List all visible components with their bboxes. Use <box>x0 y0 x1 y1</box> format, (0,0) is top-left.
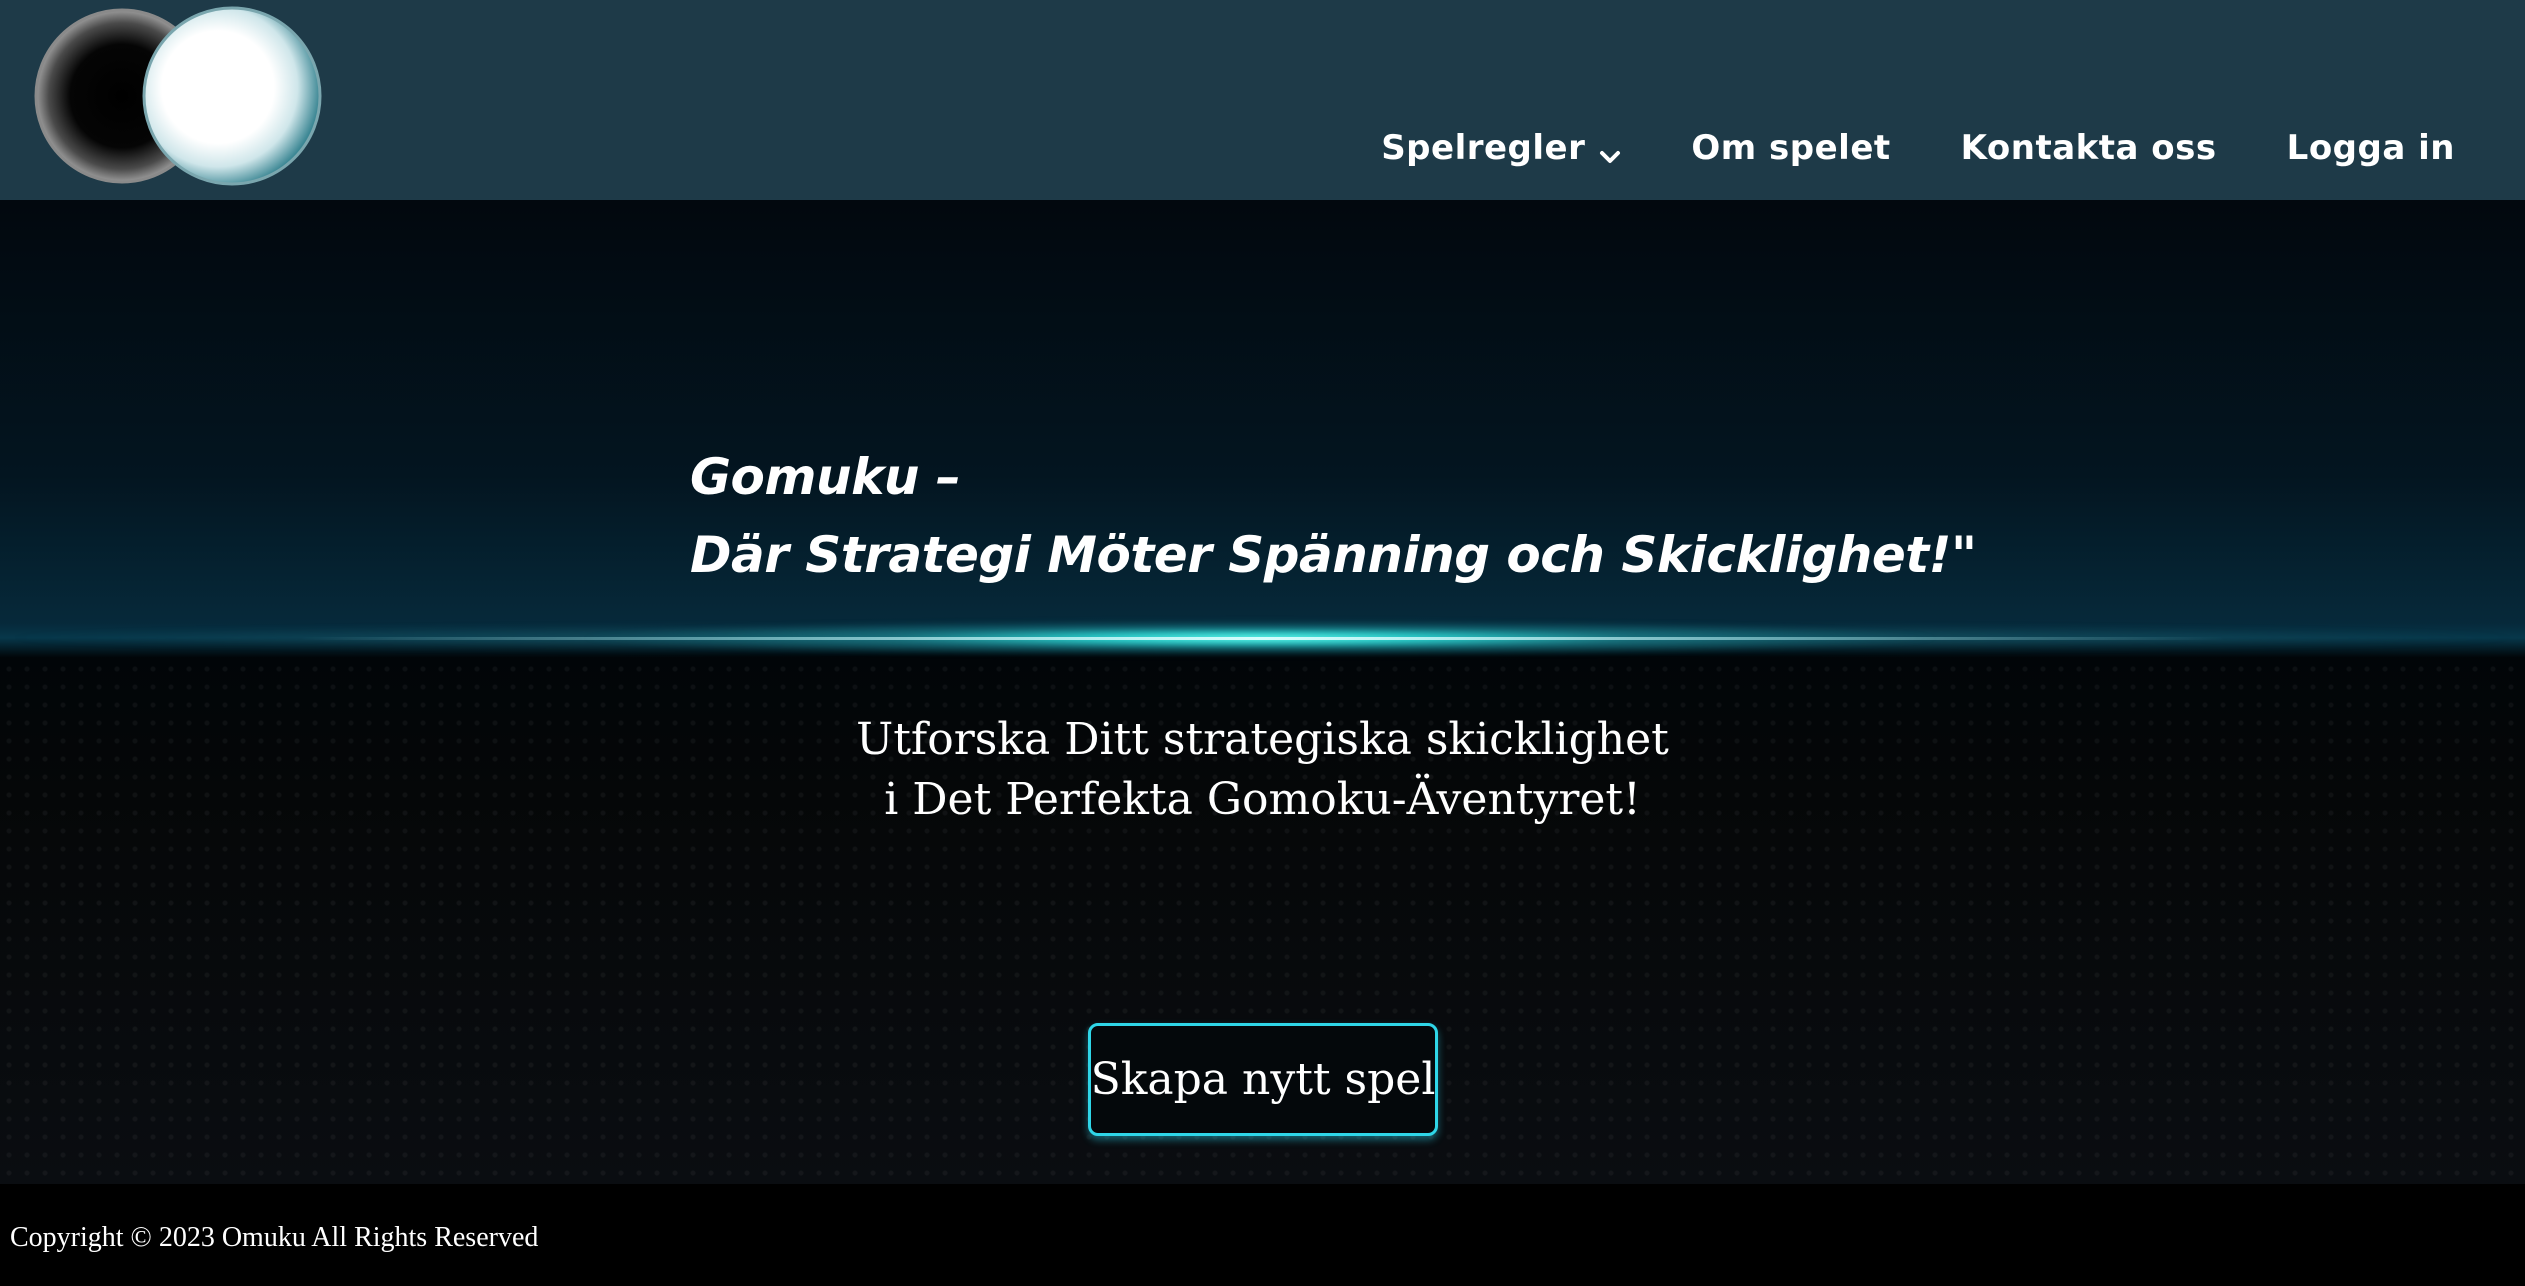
create-new-game-button[interactable]: Skapa nytt spel <box>1088 1023 1438 1136</box>
copyright-text: Copyright © 2023 Omuku All Rights Reserv… <box>10 1222 539 1253</box>
nav-item-label: Om spelet <box>1691 128 1891 168</box>
nav-item-label: Spelregler <box>1381 128 1586 168</box>
hero-title-line-2: Där Strategi Möter Spänning och Skicklig… <box>690 526 1977 584</box>
two-stones-logo-icon[interactable] <box>34 6 324 186</box>
page: Spelregler Om spelet Kontakta oss Logga … <box>0 0 2525 1286</box>
hero-subtitle-line-1: Utforska Ditt strategiska skicklighet <box>856 714 1669 765</box>
hero-section: Gomuku – Där Strategi Möter Spänning och… <box>0 200 2525 1184</box>
nav-item-label: Logga in <box>2286 128 2455 168</box>
site-footer: Copyright © 2023 Omuku All Rights Reserv… <box>0 1184 2525 1286</box>
nav-item-spelregler[interactable]: Spelregler <box>1381 128 1621 168</box>
hero-title-line-1: Gomuku – <box>690 448 961 506</box>
nav-item-logga-in[interactable]: Logga in <box>2287 128 2455 168</box>
main-nav: Spelregler Om spelet Kontakta oss Logga … <box>1381 120 2525 176</box>
nav-item-kontakta-oss[interactable]: Kontakta oss <box>1961 128 2217 168</box>
hero-title: Gomuku – Där Strategi Möter Spänning och… <box>690 438 1990 594</box>
chevron-down-icon[interactable] <box>1599 137 1621 163</box>
hero-subtitle: Utforska Ditt strategiska skicklighet i … <box>0 710 2525 830</box>
nav-item-om-spelet[interactable]: Om spelet <box>1691 128 1890 168</box>
horizon-line <box>300 637 2225 640</box>
site-header: Spelregler Om spelet Kontakta oss Logga … <box>0 0 2525 200</box>
nav-item-label: Kontakta oss <box>1960 128 2217 168</box>
hero-subtitle-line-2: i Det Perfekta Gomoku-Äventyret! <box>884 774 1641 825</box>
